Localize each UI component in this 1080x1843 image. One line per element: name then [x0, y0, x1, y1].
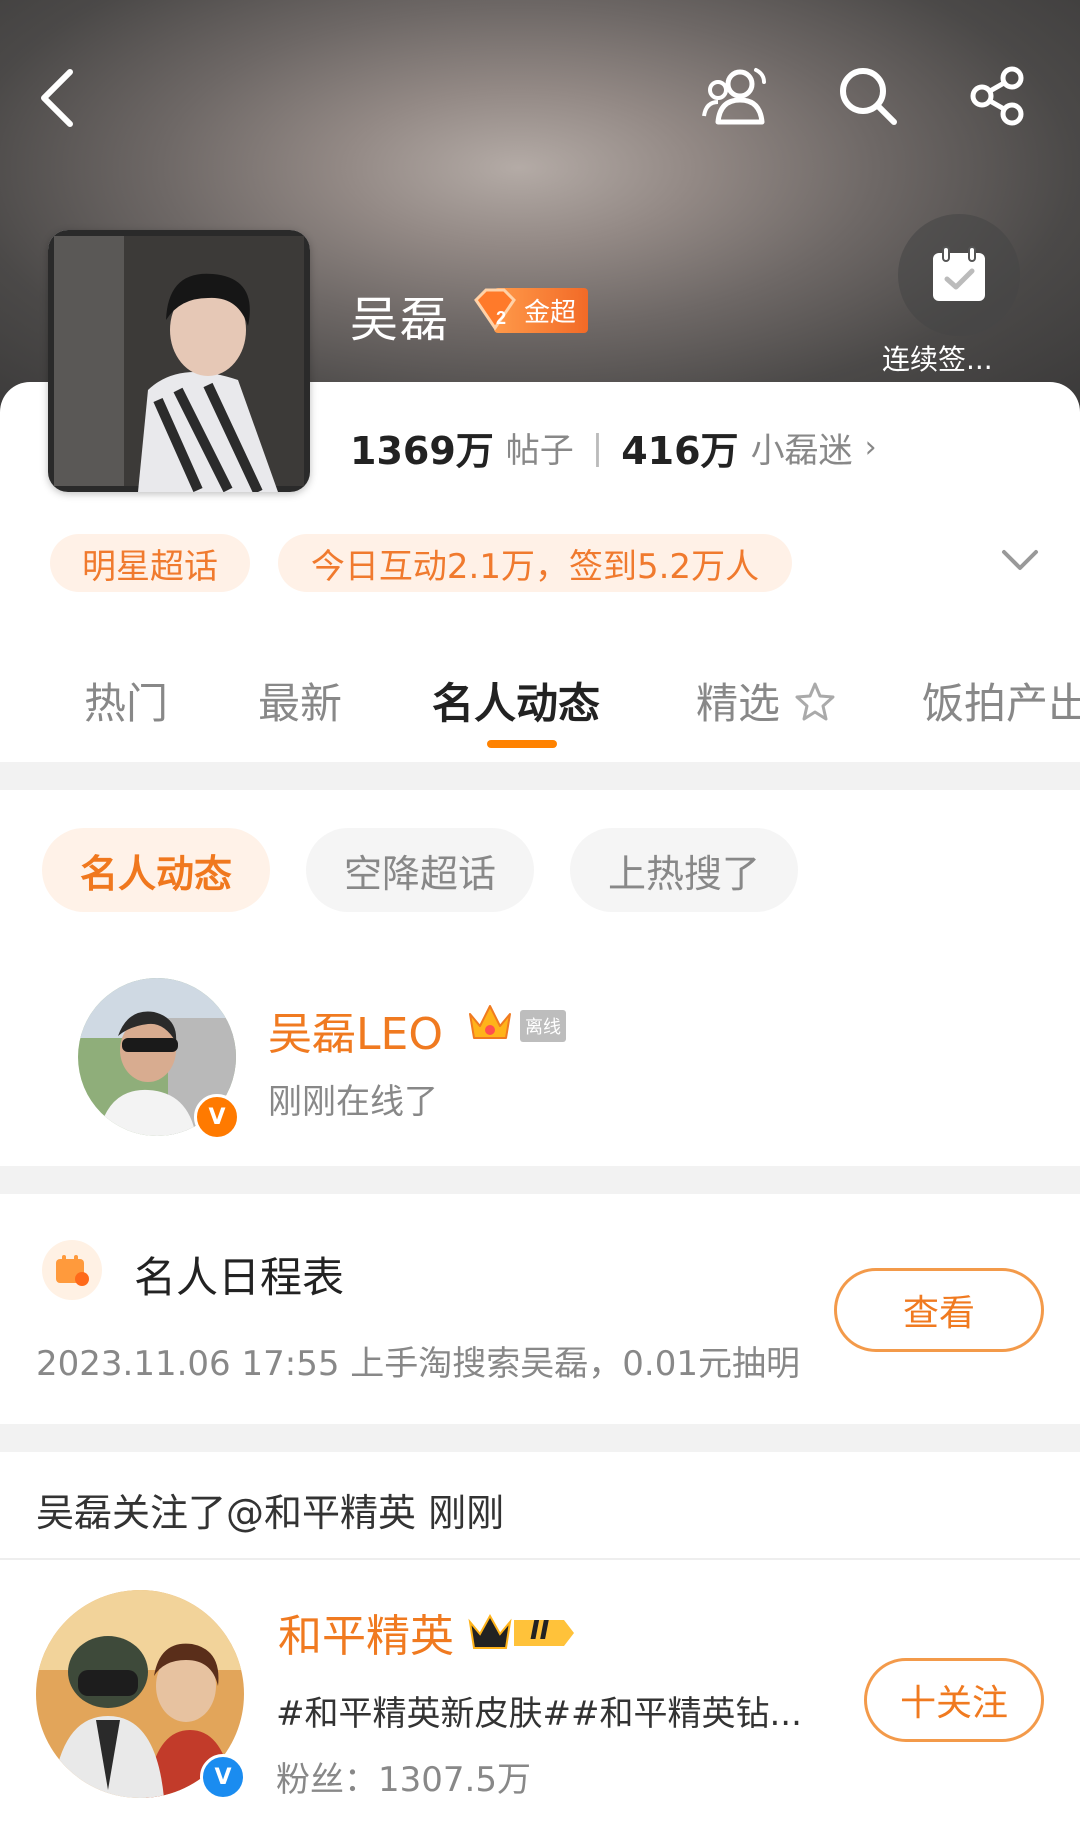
offline-tag: 离线	[520, 1010, 566, 1042]
stats-separator: |	[591, 427, 604, 468]
level-crown-badge: II	[468, 1612, 578, 1654]
topic-activity-pill: 今日互动2.1万，签到5.2万人	[278, 534, 792, 592]
back-arrow-icon[interactable]	[22, 62, 94, 134]
topic-name: 吴磊	[350, 292, 451, 348]
svg-text:2: 2	[496, 308, 506, 328]
search-icon[interactable]	[832, 60, 904, 132]
schedule-detail: 2023.11.06 17:55 上手淘搜索吴磊，0.01元抽明	[36, 1344, 800, 1384]
celebrity-name[interactable]: 吴磊LEO	[268, 998, 443, 1062]
follow-event-headline[interactable]: 吴磊关注了@和平精英 刚刚	[36, 1482, 504, 1537]
fans-count[interactable]: 416万	[621, 420, 738, 475]
posts-label: 帖子	[505, 431, 574, 471]
fans-label[interactable]: 小磊迷	[751, 423, 853, 472]
view-schedule-button[interactable]: 查看	[834, 1268, 1044, 1352]
tab-featured[interactable]: 精选	[696, 670, 837, 731]
chip-trending[interactable]: 上热搜了	[570, 828, 798, 912]
active-tab-indicator	[487, 740, 557, 748]
diamond-icon: 2	[474, 288, 516, 331]
section-divider	[0, 762, 1080, 790]
topic-avatar[interactable]	[48, 230, 310, 492]
checkin-button[interactable]	[898, 214, 1020, 336]
posts-count: 1369万	[350, 429, 494, 473]
section-divider	[0, 1424, 1080, 1452]
tab-latest[interactable]: 最新	[258, 670, 342, 731]
share-icon[interactable]	[962, 60, 1034, 132]
level-badge: 2 金超	[470, 287, 589, 333]
schedule-icon	[42, 1240, 102, 1300]
row-divider	[0, 1558, 1080, 1560]
account-name[interactable]: 和平精英	[278, 1600, 454, 1664]
follow-button[interactable]: 十关注	[864, 1658, 1044, 1742]
crown-icon	[466, 1000, 514, 1048]
topic-stats: 1369万 帖子 | 416万 小磊迷 ›	[350, 420, 877, 475]
section-divider	[0, 1166, 1080, 1194]
schedule-title: 名人日程表	[134, 1253, 345, 1302]
celebrity-status: 刚刚在线了	[268, 1082, 438, 1122]
tab-featured-label: 精选	[696, 679, 781, 728]
verified-v-icon: V	[194, 1094, 240, 1140]
chip-celebrity-updates[interactable]: 名人动态	[42, 828, 270, 912]
chevron-right-icon[interactable]: ›	[865, 430, 877, 465]
chevron-down-icon[interactable]	[1000, 546, 1040, 578]
account-description: #和平精英新皮肤##和平精英钻...	[276, 1694, 802, 1734]
account-level: II	[530, 1616, 550, 1646]
community-icon[interactable]	[700, 60, 772, 132]
topic-type-pill[interactable]: 明星超话	[50, 534, 250, 592]
tab-fan-photos[interactable]: 饭拍产出	[922, 670, 1080, 731]
account-fans: 粉丝：1307.5万	[276, 1760, 531, 1800]
star-badge-icon	[795, 682, 835, 721]
tab-bar: 热门 最新 名人动态 精选 饭拍产出	[0, 660, 1080, 756]
tab-hot[interactable]: 热门	[84, 670, 168, 731]
calendar-check-icon	[933, 246, 985, 301]
chip-airdrop[interactable]: 空降超话	[306, 828, 534, 912]
verified-blue-v-icon: V	[200, 1754, 246, 1800]
checkin-label: 连续签...	[882, 343, 993, 376]
avatar-image	[48, 230, 310, 492]
tab-celebrity-updates[interactable]: 名人动态	[432, 670, 600, 731]
